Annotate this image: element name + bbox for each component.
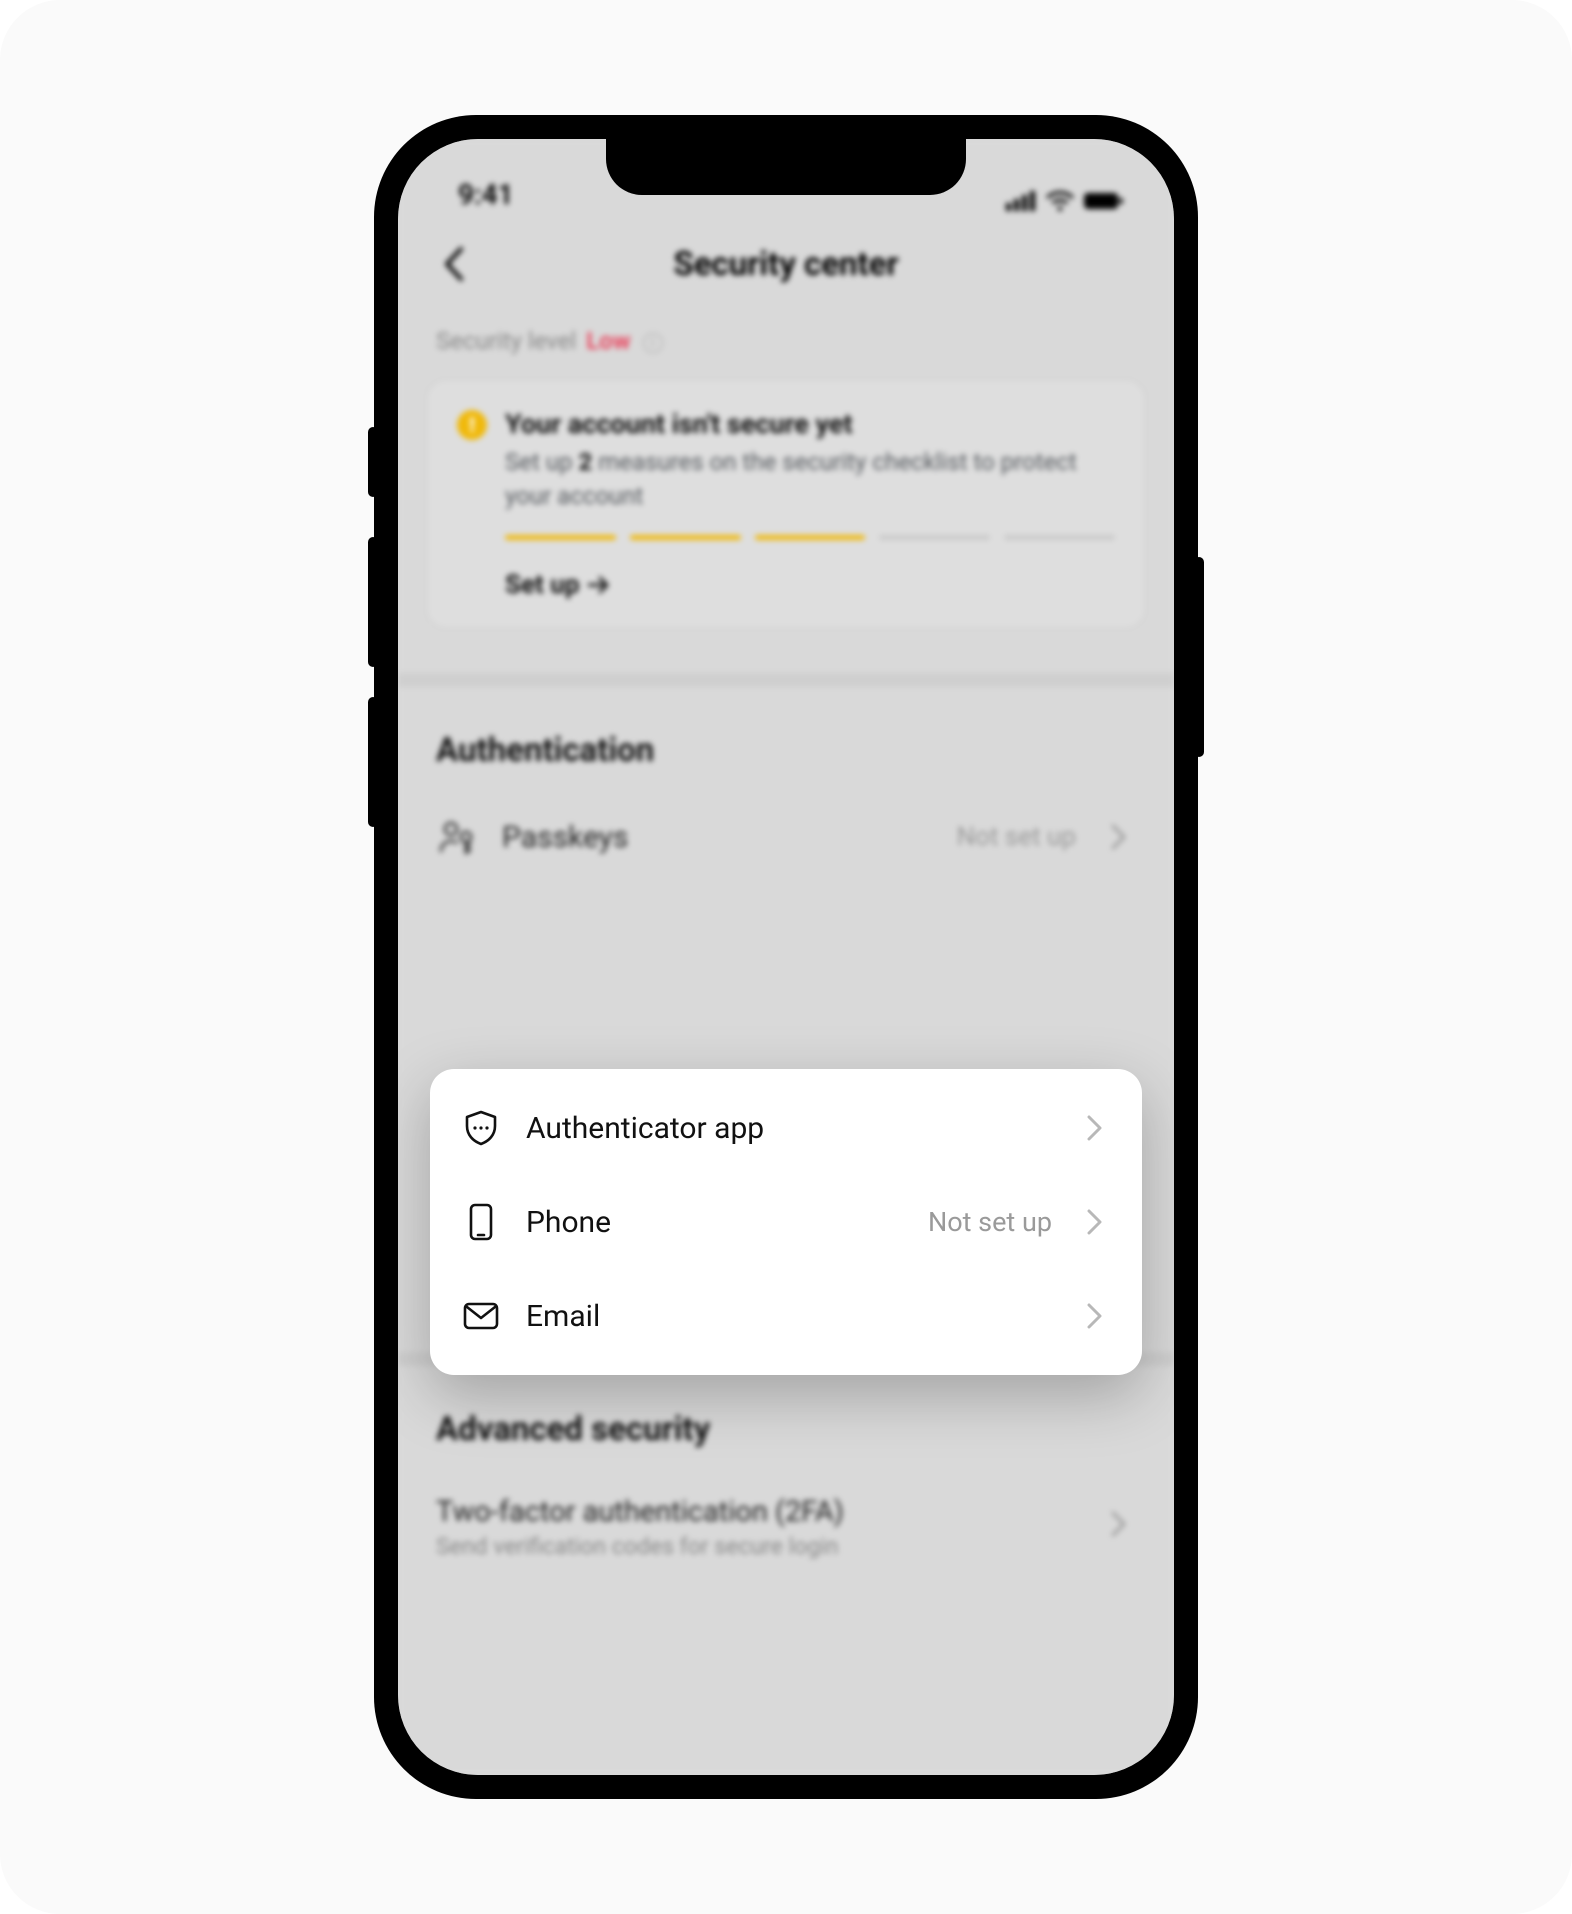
background-blurred: 9:41 xyxy=(398,139,1174,1775)
status-indicators xyxy=(1006,191,1124,211)
setup-button[interactable]: Set up xyxy=(505,570,610,600)
row-passkeys[interactable]: Passkeys Not set up xyxy=(426,790,1146,884)
chevron-right-icon xyxy=(1086,1115,1112,1141)
security-alert-card: ! Your account isn't secure yet Set up 2… xyxy=(426,379,1146,629)
section-authentication-title: Authentication xyxy=(426,687,1146,790)
row-status: Not set up xyxy=(928,1206,1052,1238)
row-2fa[interactable]: Two-factor authentication (2FA) Send ver… xyxy=(426,1469,1146,1586)
security-level: Security level Low i xyxy=(426,309,1146,379)
alert-title: Your account isn't secure yet xyxy=(505,408,1115,440)
security-level-value: Low xyxy=(586,327,630,355)
chevron-right-icon xyxy=(1086,1303,1112,1329)
row-label: Email xyxy=(526,1299,1062,1334)
wifi-icon xyxy=(1046,191,1074,211)
chevron-right-icon xyxy=(1110,1511,1136,1537)
auth-methods-popover: Authenticator app Phone Not set up xyxy=(430,1069,1142,1375)
passkeys-icon xyxy=(436,816,478,858)
setup-label: Set up xyxy=(505,570,580,600)
row-authenticator-app[interactable]: Authenticator app xyxy=(450,1081,1122,1175)
volume-down-button xyxy=(368,697,378,827)
screen: 9:41 xyxy=(398,139,1174,1775)
chevron-right-icon xyxy=(1110,824,1136,850)
chevron-left-icon xyxy=(443,247,465,281)
security-level-label: Security level xyxy=(436,327,576,355)
row-label: Passkeys xyxy=(502,820,933,855)
row-label: Phone xyxy=(526,1205,904,1240)
notch xyxy=(606,139,966,195)
nav-bar: Security center xyxy=(398,219,1174,309)
back-button[interactable] xyxy=(432,242,476,286)
arrow-right-icon xyxy=(588,576,610,594)
alert-description: Set up 2 measures on the security checkl… xyxy=(505,446,1115,513)
phone-frame: 9:41 xyxy=(376,117,1196,1797)
row-email[interactable]: Email xyxy=(450,1269,1122,1363)
progress-bar xyxy=(505,535,1115,540)
row-phone[interactable]: Phone Not set up xyxy=(450,1175,1122,1269)
battery-icon xyxy=(1084,191,1124,211)
section-advanced-title: Advanced security xyxy=(426,1366,1146,1469)
page-title: Security center xyxy=(673,245,898,284)
power-button xyxy=(1194,557,1204,757)
info-icon[interactable]: i xyxy=(643,333,663,353)
row-sublabel: Send verification codes for secure login xyxy=(436,1533,1086,1560)
status-time: 9:41 xyxy=(458,178,514,211)
row-label: Two-factor authentication (2FA) xyxy=(436,1495,1086,1529)
cellular-icon xyxy=(1006,191,1036,211)
email-icon xyxy=(460,1295,502,1337)
canvas: 9:41 xyxy=(0,0,1572,1914)
warning-icon: ! xyxy=(457,410,487,440)
row-label: Authenticator app xyxy=(526,1111,1062,1146)
row-status: Not set up xyxy=(957,822,1076,852)
chevron-right-icon xyxy=(1086,1209,1112,1235)
side-button xyxy=(368,427,378,497)
volume-up-button xyxy=(368,537,378,667)
section-divider xyxy=(398,673,1174,687)
shield-icon xyxy=(460,1107,502,1149)
phone-icon xyxy=(460,1201,502,1243)
